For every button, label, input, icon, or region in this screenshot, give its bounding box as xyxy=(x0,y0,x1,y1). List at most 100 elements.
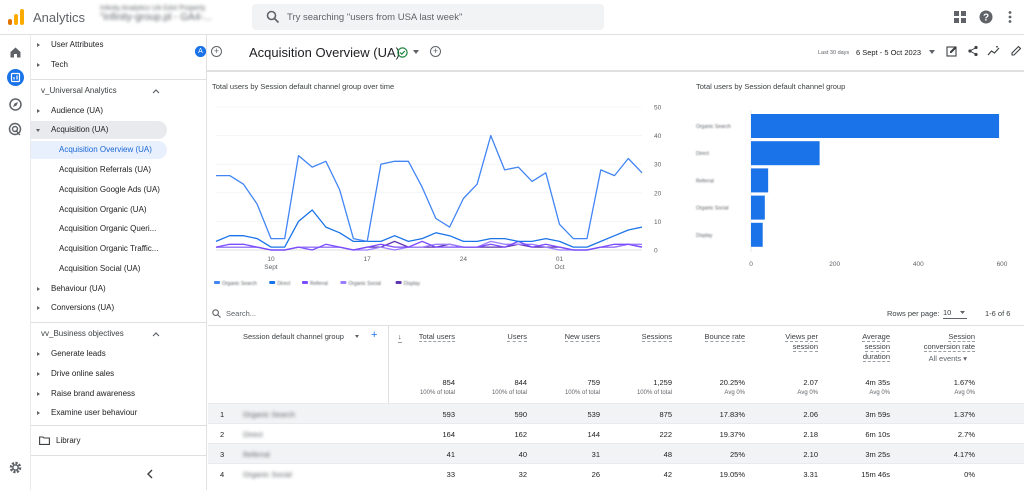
column-header-text: Total users xyxy=(418,332,455,342)
total-value: 1.67% xyxy=(953,378,975,387)
row-metric-value: 19.05% xyxy=(719,470,745,479)
nav-item-acquisition-social[interactable]: Acquisition Social (UA) xyxy=(31,260,201,278)
nav-divider xyxy=(31,322,207,323)
caret-down-icon[interactable] xyxy=(413,50,419,54)
table-search-input[interactable]: Search... xyxy=(226,309,256,318)
add-card-icon[interactable]: + xyxy=(430,46,441,57)
settings-icon[interactable] xyxy=(7,459,24,476)
caret-right-icon xyxy=(37,63,40,67)
column-header-text: Views per xyxy=(785,332,818,342)
nav-item-acquisition-organic-traffic[interactable]: Acquisition Organic Traffic... xyxy=(31,240,201,258)
row-metric-value: 32 xyxy=(518,470,527,479)
nav-item-raise-brand-awareness[interactable]: Raise brand awareness xyxy=(31,385,201,403)
reports-icon[interactable] xyxy=(7,69,24,86)
table-row[interactable]: 1 Organic Search 593 590 539 875 17.83% 2.06 3m … xyxy=(208,403,1024,423)
nav-section-business-objectives[interactable]: vv_Business objectives xyxy=(31,325,201,343)
nav-item-label: Tech xyxy=(51,60,68,69)
home-icon[interactable] xyxy=(7,44,24,61)
nav-item-user-attributes[interactable]: User Attributes xyxy=(31,36,201,54)
metric-column-header[interactable]: Total users ↓ xyxy=(385,332,455,343)
section-title: v_Universal Analytics xyxy=(41,86,117,95)
share-icon[interactable] xyxy=(967,45,979,57)
legend-swatch xyxy=(302,281,308,284)
insights-icon[interactable] xyxy=(987,45,1000,57)
check-circle-icon[interactable] xyxy=(397,47,408,58)
nav-item-label: Behaviour (UA) xyxy=(51,284,106,293)
help-icon[interactable]: ? xyxy=(979,10,993,24)
column-header-text: Users xyxy=(507,332,527,342)
row-index: 2 xyxy=(220,430,225,439)
metric-column-header[interactable]: Sessions xyxy=(602,332,672,342)
nav-item-acquisition-google-ads[interactable]: Acquisition Google Ads (UA) xyxy=(31,181,201,199)
nav-section-universal-analytics[interactable]: v_Universal Analytics xyxy=(31,82,201,100)
advertising-icon[interactable] xyxy=(7,121,24,138)
row-metric-value: 40 xyxy=(518,450,527,459)
metric-column-header[interactable]: CAl xyxy=(963,332,1024,352)
y-tick-label: 30 xyxy=(654,162,662,169)
caret-down-icon[interactable] xyxy=(929,50,935,54)
y-tick-label: 50 xyxy=(654,105,662,112)
metric-column-header[interactable]: Bounce rate xyxy=(675,332,745,342)
explore-icon[interactable] xyxy=(7,96,24,113)
account-picker[interactable]: Infinity Analytics UA GA4 Property "infi… xyxy=(100,5,240,31)
nav-item-label: Acquisition Google Ads (UA) xyxy=(59,185,160,194)
nav-item-label: Acquisition Organic (UA) xyxy=(59,205,147,214)
add-dimension-icon[interactable]: + xyxy=(371,329,377,341)
apps-grid-icon[interactable] xyxy=(953,10,967,24)
caret-right-icon xyxy=(37,352,40,356)
nav-item-audience-ua[interactable]: Audience (UA) xyxy=(31,102,201,120)
table-row[interactable]: 4 Organic Social 33 32 26 42 19.05% 3.31 15m 46s… xyxy=(208,463,1024,483)
nav-divider xyxy=(31,455,207,456)
date-range-picker[interactable]: 6 Sept - 5 Oct 2023 xyxy=(856,48,921,57)
nav-item-drive-online-sales[interactable]: Drive online sales xyxy=(31,365,201,383)
add-comparison-icon[interactable]: + xyxy=(211,46,222,57)
row-metric-value: 42 xyxy=(663,470,672,479)
row-metric-value: 33 xyxy=(446,470,455,479)
legend-label: Direct xyxy=(277,281,291,287)
more-vert-icon[interactable] xyxy=(1003,10,1017,24)
caret-right-icon xyxy=(37,43,40,47)
metric-column-header[interactable]: Users xyxy=(457,332,527,342)
nav-item-tech[interactable]: Tech xyxy=(31,56,201,74)
column-header-text: Average xyxy=(862,332,890,342)
nav-item-acquisition-overview[interactable]: Acquisition Overview (UA) xyxy=(31,141,167,159)
x-tick-sublabel: Oct xyxy=(554,264,564,271)
metric-column-header[interactable]: Average session duration xyxy=(820,332,890,362)
table-row[interactable]: 2 Direct 164 162 144 222 19.37% 2.18 6m 10s 2.7% xyxy=(208,423,1024,443)
nav-item-label: Library xyxy=(56,436,81,445)
edit-icon[interactable] xyxy=(1011,45,1022,56)
row-index: 4 xyxy=(220,470,225,479)
nav-item-library[interactable]: Library xyxy=(31,432,201,450)
metric-column-header[interactable]: Views per session xyxy=(748,332,818,352)
x-tick-label: 400 xyxy=(913,261,924,268)
row-metric-value: 31 xyxy=(591,450,600,459)
row-metric-value: 6m 10s xyxy=(865,430,890,439)
nav-item-acquisition-ua[interactable]: Acquisition (UA) xyxy=(31,121,167,139)
rows-per-page-select[interactable]: 10 xyxy=(943,308,967,319)
customize-report-icon[interactable] xyxy=(946,45,958,57)
nav-item-generate-leads[interactable]: Generate leads xyxy=(31,345,201,363)
x-tick-label: 0 xyxy=(749,261,753,268)
rows-per-page-label: Rows per page: xyxy=(887,309,940,318)
global-search[interactable]: Try searching "users from USA last week" xyxy=(252,4,604,30)
analytics-logo-icon xyxy=(8,9,24,25)
comparison-avatar[interactable]: A xyxy=(195,46,206,57)
caret-right-icon xyxy=(37,109,40,113)
nav-item-examine-user-behaviour[interactable]: Examine user behaviour xyxy=(31,404,201,422)
table-row[interactable]: 3 Referral 41 40 31 48 25% 2.10 3m 25s 4.17% xyxy=(208,443,1024,463)
nav-item-conversions-ua[interactable]: Conversions (UA) xyxy=(31,299,201,317)
sort-arrow-icon[interactable]: ↓ xyxy=(398,332,402,343)
conversion-event-select[interactable]: All events ▾ xyxy=(905,354,967,363)
row-metric-value: 3.31 xyxy=(803,470,818,479)
caret-down-icon[interactable] xyxy=(355,335,359,338)
legend-swatch xyxy=(269,281,276,284)
collapse-panel-icon[interactable] xyxy=(146,469,154,479)
nav-item-acquisition-organic[interactable]: Acquisition Organic (UA) xyxy=(31,201,201,219)
dimension-column-header[interactable]: Session default channel group xyxy=(243,332,344,341)
nav-item-behaviour-ua[interactable]: Behaviour (UA) xyxy=(31,280,201,298)
total-subtext: 100% of total xyxy=(636,390,672,396)
nav-item-acquisition-referrals[interactable]: Acquisition Referrals (UA) xyxy=(31,161,201,179)
series-line xyxy=(216,134,643,243)
nav-item-acquisition-organic-queries[interactable]: Acquisition Organic Queri... xyxy=(31,220,201,238)
metric-column-header[interactable]: New users xyxy=(530,332,600,342)
